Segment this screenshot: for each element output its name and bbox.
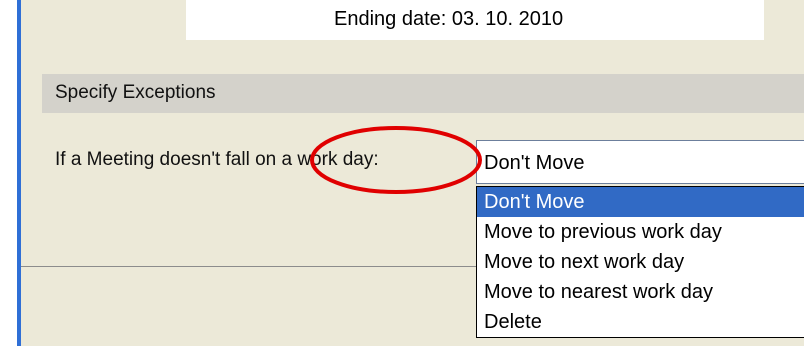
ending-date-label: Ending date: 03. 10. 2010 — [334, 8, 564, 30]
option-dont-move[interactable]: Don't Move — [477, 187, 804, 217]
exception-select[interactable]: Don't Move — [476, 140, 804, 184]
option-delete[interactable]: Delete — [477, 307, 804, 337]
divider-line — [21, 266, 476, 267]
section-title: Specify Exceptions — [55, 82, 216, 103]
option-move-to-nearest-work-day[interactable]: Move to nearest work day — [477, 277, 804, 307]
exception-dropdown-list[interactable]: Don't Move Move to previous work day Mov… — [476, 186, 804, 338]
option-move-to-next-work-day[interactable]: Move to next work day — [477, 247, 804, 277]
exception-select-value: Don't Move — [484, 152, 585, 174]
question-label: If a Meeting doesn't fall on a work day: — [55, 149, 379, 170]
option-move-to-previous-work-day[interactable]: Move to previous work day — [477, 217, 804, 247]
screenshot-canvas: Ending date: 03. 10. 2010 Specify Except… — [0, 0, 804, 346]
